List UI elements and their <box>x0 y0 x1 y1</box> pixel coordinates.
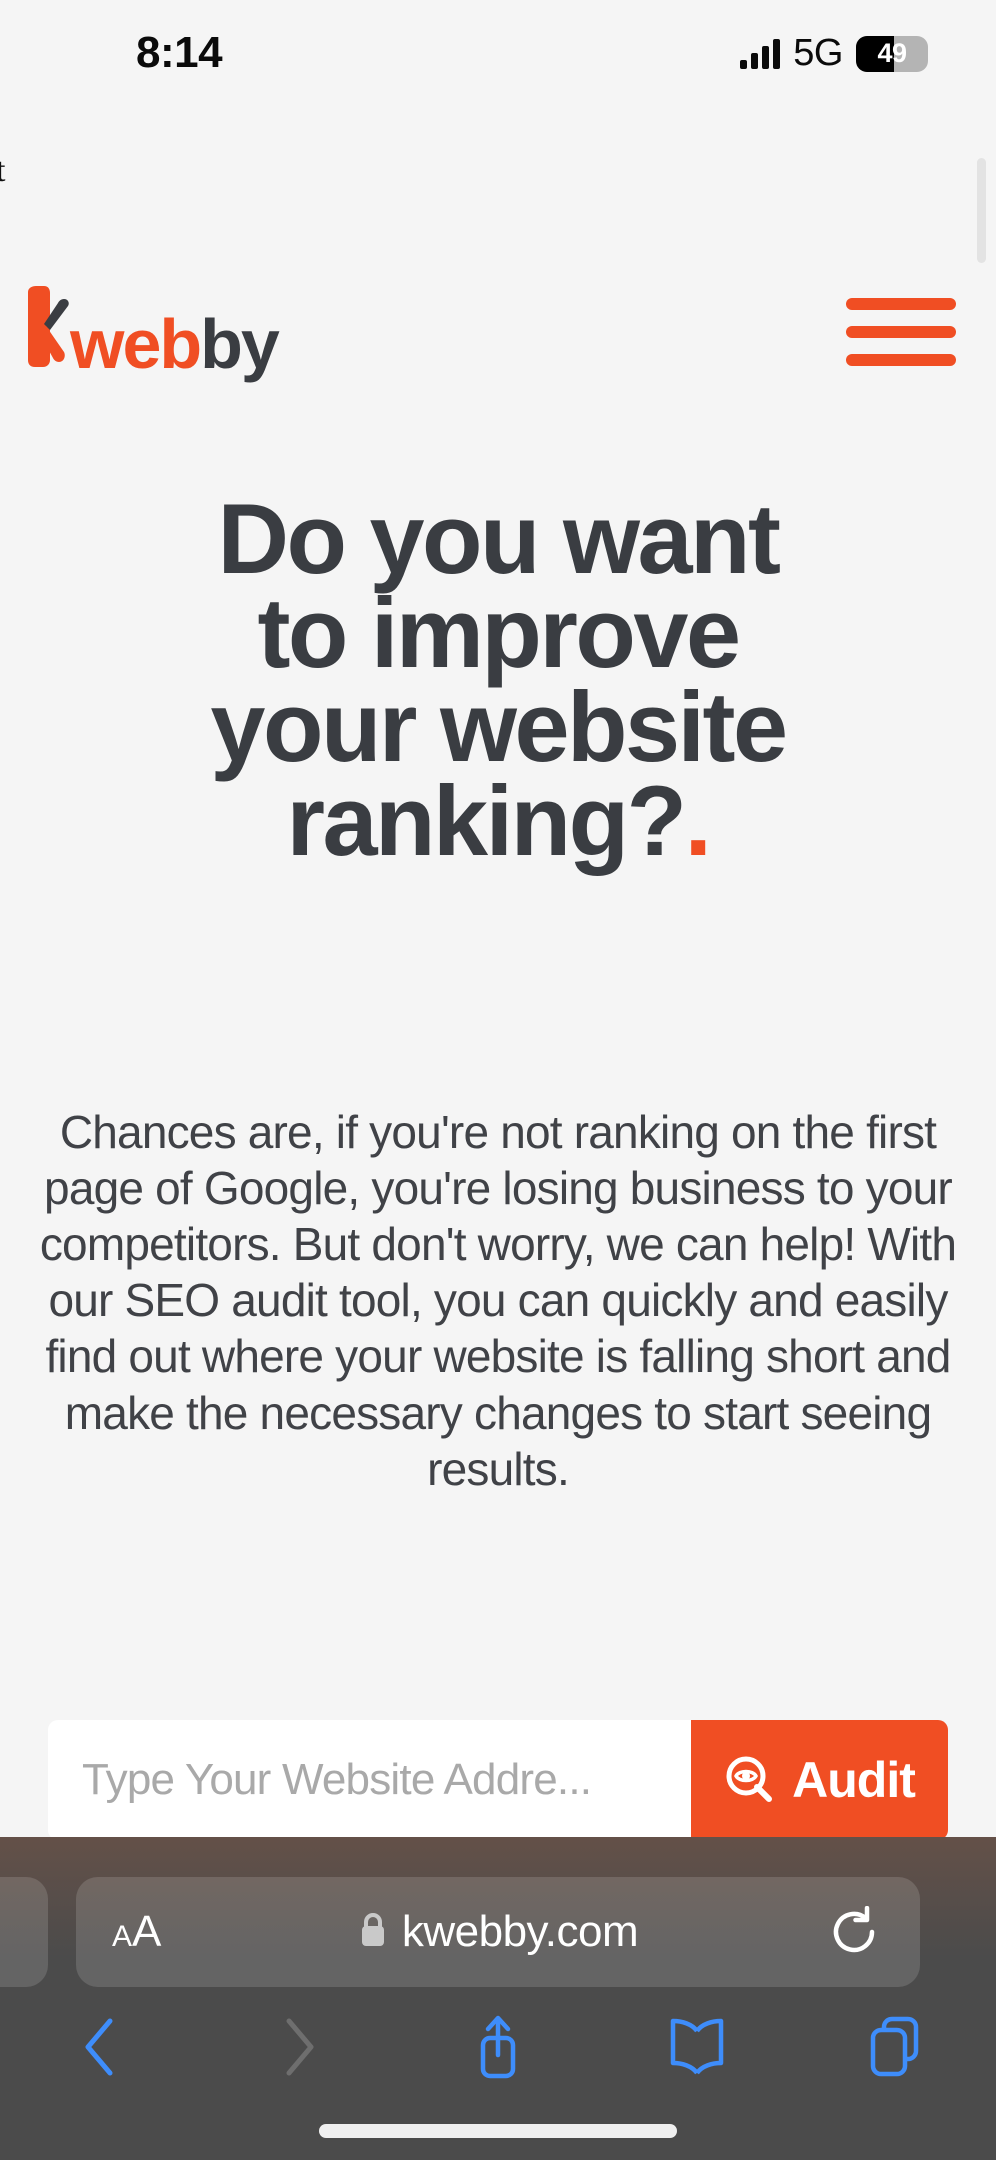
address-bar-url: kwebby.com <box>401 1907 639 1956</box>
network-type-label: 5G <box>793 32 843 74</box>
text-size-small-a: A <box>112 1920 133 1953</box>
clipped-text-fragment: t <box>0 152 6 189</box>
status-bar-time: 8:14 <box>136 28 223 77</box>
heading-line-4: ranking? <box>286 765 687 877</box>
adjacent-tab-card[interactable] <box>0 1877 48 1987</box>
status-bar-indicators: 5G 49 <box>740 32 928 75</box>
hamburger-menu-icon[interactable] <box>846 296 956 368</box>
site-header: web by <box>0 280 996 400</box>
text-size-large-a: A <box>132 1907 162 1956</box>
safari-browser-chrome: AA kwebby.com <box>0 1837 996 2160</box>
hero-heading: Do you want to improve your website rank… <box>16 489 980 870</box>
safari-address-bar[interactable]: AA kwebby.com <box>76 1877 920 1987</box>
target-eye-icon <box>724 1754 774 1807</box>
website-address-input[interactable] <box>48 1720 691 1840</box>
forward-button[interactable] <box>199 2016 398 2078</box>
reload-icon[interactable] <box>828 1905 880 1958</box>
battery-icon: 49 <box>856 35 928 72</box>
heading-accent-dot: . <box>684 765 713 877</box>
tabs-icon <box>871 2016 919 2077</box>
bookmarks-button[interactable] <box>598 2018 797 2076</box>
text-size-button[interactable]: AA <box>112 1907 161 1957</box>
home-indicator <box>319 2124 677 2138</box>
phone-screen: 8:14 5G 49 t web by Do you want to impro… <box>0 0 996 2160</box>
audit-button-label: Audit <box>792 1752 916 1808</box>
kwebby-logo[interactable]: web by <box>24 286 280 384</box>
back-button[interactable] <box>0 2016 199 2078</box>
logo-k-mark <box>24 286 70 368</box>
share-icon <box>480 2015 516 2079</box>
battery-level-label: 49 <box>877 38 907 68</box>
logo-text-by: by <box>200 305 280 383</box>
chevron-right-icon <box>286 2018 314 2076</box>
audit-form: Audit <box>48 1720 948 1840</box>
menu-bar-3 <box>846 354 956 366</box>
signal-bars-icon <box>740 38 781 69</box>
hero-paragraph: Chances are, if you're not ranking on th… <box>39 1106 957 1495</box>
safari-bottom-toolbar <box>0 1997 996 2097</box>
menu-bar-2 <box>846 326 956 338</box>
lock-icon <box>358 1911 388 1954</box>
logo-text-web: web <box>70 305 202 383</box>
audit-button[interactable]: Audit <box>691 1720 948 1840</box>
share-button[interactable] <box>398 2013 597 2081</box>
menu-bar-1 <box>846 298 956 310</box>
status-bar: 8:14 5G 49 <box>0 0 996 118</box>
tabs-button[interactable] <box>797 2016 996 2078</box>
chevron-left-icon <box>85 2018 113 2076</box>
book-icon <box>670 2018 724 2075</box>
page-scrollbar[interactable] <box>977 158 986 263</box>
address-bar-content: kwebby.com <box>76 1907 920 1957</box>
